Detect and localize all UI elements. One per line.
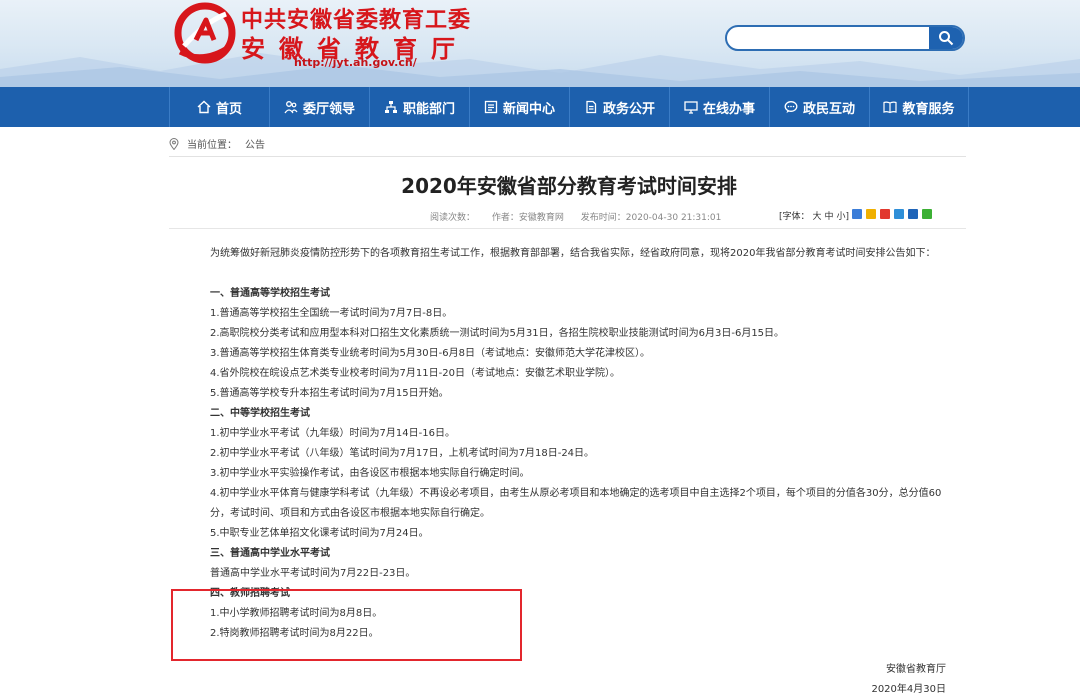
section-heading: 一、普通高等学校招生考试 [210, 288, 330, 299]
font-size-small[interactable]: 小] [837, 212, 850, 222]
nav-item-news[interactable]: 新闻中心 [469, 87, 569, 127]
nav-item-label: 政民互动 [802, 101, 855, 117]
paragraph: 1.普通高等学校招生全国统一考试时间为7月7日-8日。 [210, 308, 453, 319]
nav-item-label: 首页 [215, 101, 242, 117]
paragraph: 4.初中学业水平体育与健康学科考试（九年级）不再设必考项目，由考生从原必考项目和… [210, 488, 942, 519]
sitemap-icon [384, 101, 397, 113]
paragraph: 5.普通高等学校专升本招生考试时间为7月15日开始。 [210, 388, 449, 399]
font-size-label: [字体： [779, 212, 810, 222]
search-icon [939, 31, 954, 46]
section-heading: 三、普通高中学业水平考试 [210, 548, 330, 559]
highlight-box [171, 589, 522, 661]
article-meta: 阅读次数： 作者：安徽教育网 发布时间：2020-04-30 21:31:01 [430, 210, 735, 223]
nav-item-home[interactable]: 首页 [169, 87, 269, 127]
publish-time: 发布时间：2020-04-30 21:31:01 [580, 213, 722, 223]
monitor-icon [684, 101, 698, 114]
chat-icon [784, 101, 798, 113]
share-bar [852, 209, 936, 219]
site-header: 中共安徽省委教育工委 安徽省教育厅 http://jyt.ah.gov.cn/ [0, 0, 1080, 87]
share-qzone-icon[interactable] [866, 209, 876, 219]
search-box [725, 25, 965, 51]
nav-item-departments[interactable]: 职能部门 [369, 87, 469, 127]
share-tencent-icon[interactable] [894, 209, 904, 219]
share-wechat-icon[interactable] [922, 209, 932, 219]
signature: 安徽省教育厅 [886, 664, 946, 675]
nav-item-label: 在线办事 [702, 101, 755, 117]
paragraph: 1.初中学业水平考试（九年级）时间为7月14日-16日。 [210, 428, 455, 439]
document-icon [586, 100, 597, 114]
paragraph: 4.省外院校在皖设点艺术类专业校考时间为7月11日-20日（考试地点：安徽艺术职… [210, 368, 620, 379]
nav-item-online-services[interactable]: 在线办事 [669, 87, 769, 127]
intro-paragraph: 为统筹做好新冠肺炎疫情防控形势下的各项教育招生考试工作，根据教育部部署，结合我省… [210, 248, 936, 259]
divider [169, 156, 966, 157]
site-logo-icon[interactable] [174, 2, 236, 64]
breadcrumb-current[interactable]: 公告 [245, 136, 265, 151]
share-weibo-icon[interactable] [880, 209, 890, 219]
font-size-large[interactable]: 大 [813, 212, 822, 222]
paragraph: 3.普通高等学校招生体育类专业统考时间为5月30日-6月8日（考试地点：安徽师范… [210, 348, 650, 359]
location-pin-icon [169, 137, 179, 150]
share-more-icon[interactable] [852, 209, 862, 219]
header-background [0, 53, 1080, 87]
book-icon [883, 101, 898, 114]
font-size-switcher: [字体：大中小] [779, 209, 852, 222]
nav-item-government[interactable]: 政务公开 [569, 87, 669, 127]
search-button[interactable] [929, 27, 963, 49]
paragraph: 普通高中学业水平考试时间为7月22日-23日。 [210, 568, 416, 579]
nav-item-label: 新闻中心 [502, 101, 555, 117]
paragraph: 5.中职专业艺体单招文化课考试时间为7月24日。 [210, 528, 429, 539]
nav-item-label: 委厅领导 [302, 101, 355, 117]
main-nav: 首页 委厅领导 职能部门 新闻中心 政务公开 在线办事 政民互动 教育服务 [0, 87, 1080, 127]
signature-date: 2020年4月30日 [871, 684, 946, 695]
font-size-medium[interactable]: 中 [825, 212, 834, 222]
nav-item-interaction[interactable]: 政民互动 [769, 87, 869, 127]
people-icon [284, 101, 298, 114]
nav-item-education-services[interactable]: 教育服务 [869, 87, 969, 127]
site-url[interactable]: http://jyt.ah.gov.cn/ [294, 56, 417, 69]
article-author: 作者：安徽教育网 [491, 213, 564, 223]
article-title: 2020年安徽省部分教育考试时间安排 [401, 174, 737, 198]
share-renren-icon[interactable] [908, 209, 918, 219]
breadcrumb-prefix: 当前位置： [187, 140, 237, 151]
home-icon [197, 100, 211, 114]
nav-item-label: 政务公开 [602, 101, 655, 117]
nav-item-label: 教育服务 [902, 101, 955, 117]
news-icon [484, 100, 498, 114]
paragraph: 3.初中学业水平实验操作考试，由各设区市根据本地实际自行确定时间。 [210, 468, 530, 479]
search-input[interactable] [737, 29, 927, 47]
view-count: 阅读次数： [430, 213, 476, 223]
paragraph: 2.初中学业水平考试（八年级）笔试时间为7月17日，上机考试时间为7月18日-2… [210, 448, 595, 459]
nav-item-label: 职能部门 [402, 101, 455, 117]
nav-item-leaders[interactable]: 委厅领导 [269, 87, 369, 127]
breadcrumb: 当前位置： 公告 [169, 136, 265, 151]
paragraph: 2.高职院校分类考试和应用型本科对口招生文化素质统一测试时间为5月31日，各招生… [210, 328, 785, 339]
divider [169, 228, 966, 229]
section-heading: 二、中等学校招生考试 [210, 408, 310, 419]
